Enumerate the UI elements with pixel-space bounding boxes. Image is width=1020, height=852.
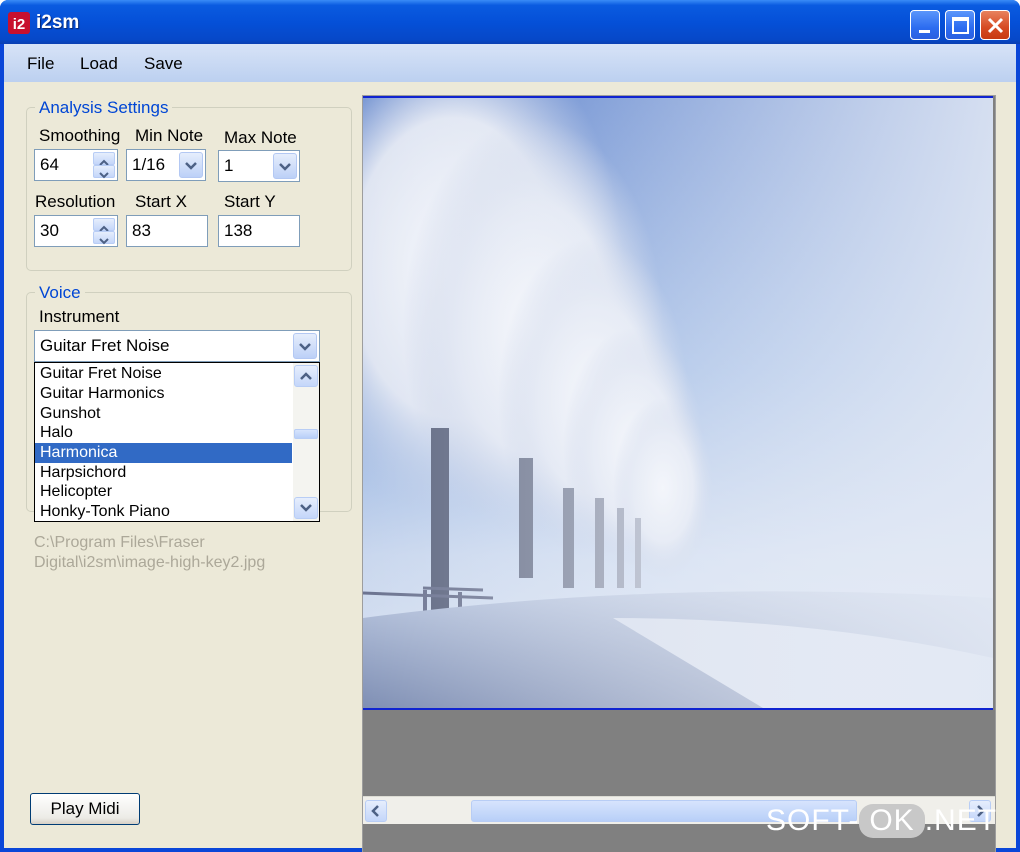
voice-title: Voice [35, 283, 85, 303]
start-x-label: Start X [135, 192, 187, 211]
list-item[interactable]: Honky-Tonk Piano [35, 502, 292, 522]
chevron-down-icon[interactable] [179, 152, 203, 178]
max-note-label: Max Note [224, 128, 297, 147]
start-y-value: 138 [224, 221, 253, 240]
smoothing-spinner[interactable]: 64 [34, 149, 118, 181]
list-scrollbar[interactable] [293, 363, 319, 521]
close-button[interactable] [980, 10, 1010, 40]
smoothing-value: 64 [40, 155, 59, 174]
menu-file[interactable]: File [27, 54, 54, 74]
max-note-dropdown[interactable]: 1 [218, 150, 300, 182]
spin-down-icon[interactable] [93, 165, 115, 179]
scroll-left-icon[interactable] [365, 800, 387, 822]
smoothing-spin-buttons[interactable] [93, 152, 115, 179]
close-icon [987, 17, 1004, 34]
resolution-spin-buttons[interactable] [93, 218, 115, 245]
maximize-icon [952, 17, 969, 34]
landscape-picture [363, 98, 993, 708]
chevron-down-icon[interactable] [273, 153, 297, 179]
smoothing-label: Smoothing [39, 126, 121, 145]
instrument-dropdown[interactable]: Guitar Fret Noise [34, 330, 320, 362]
app-window: i2 i2sm File Load Save Analysis Settings… [0, 0, 1020, 852]
min-note-label: Min Note [135, 126, 204, 145]
menu-bar: File Load Save [4, 44, 1016, 82]
start-x-input[interactable]: 83 [126, 215, 208, 247]
watermark-left: SOFT- [766, 804, 860, 837]
list-scroll-thumb[interactable] [294, 429, 318, 439]
watermark: SOFT- OK .NET [766, 804, 997, 848]
watermark-right: .NET [924, 804, 998, 837]
play-midi-button[interactable]: Play Midi [30, 793, 140, 825]
frosted-trees-image [363, 96, 993, 710]
instrument-label: Instrument [39, 307, 120, 326]
resolution-label: Resolution [35, 192, 116, 211]
minimize-icon [919, 30, 930, 33]
menu-save[interactable]: Save [144, 54, 183, 74]
start-x-value: 83 [132, 221, 151, 240]
analysis-settings-title: Analysis Settings [35, 98, 173, 118]
window-title: i2sm [36, 12, 80, 33]
spin-up-icon[interactable] [93, 152, 115, 166]
image-viewer[interactable] [362, 95, 996, 852]
scroll-down-icon[interactable] [294, 497, 318, 519]
min-note-dropdown[interactable]: 1/16 [126, 149, 206, 181]
list-item[interactable]: Guitar Fret Noise [35, 364, 292, 384]
file-path-label: C:\Program Files\Fraser Digital\i2sm\ima… [34, 534, 266, 571]
instrument-list[interactable]: Guitar Fret Noise Guitar Harmonics Gunsh… [34, 362, 320, 522]
min-note-value: 1/16 [132, 155, 166, 174]
list-item[interactable]: Gunshot [35, 404, 292, 424]
chevron-down-icon[interactable] [293, 333, 317, 359]
list-item[interactable]: Harpsichord [35, 463, 292, 483]
list-item[interactable]: Guitar Harmonics [35, 384, 292, 404]
spin-down-icon[interactable] [93, 231, 115, 245]
minimize-button[interactable] [910, 10, 940, 40]
scroll-up-icon[interactable] [294, 365, 318, 387]
i2-logo-icon: i2 [8, 12, 30, 34]
menu-load[interactable]: Load [80, 54, 118, 74]
start-y-input[interactable]: 138 [218, 215, 300, 247]
resolution-value: 30 [40, 221, 59, 240]
list-item[interactable]: Halo [35, 423, 292, 443]
resolution-spinner[interactable]: 30 [34, 215, 118, 247]
spin-up-icon[interactable] [93, 218, 115, 232]
start-y-label: Start Y [224, 192, 276, 211]
svg-text:i2: i2 [13, 16, 26, 33]
list-item-selected[interactable]: Harmonica [35, 443, 292, 463]
instrument-value: Guitar Fret Noise [40, 336, 170, 355]
maximize-button[interactable] [945, 10, 975, 40]
title-bar[interactable]: i2 i2sm [0, 0, 1020, 44]
watermark-ok: OK [859, 804, 925, 838]
list-item[interactable]: Helicopter [35, 482, 292, 502]
max-note-value: 1 [224, 156, 234, 175]
